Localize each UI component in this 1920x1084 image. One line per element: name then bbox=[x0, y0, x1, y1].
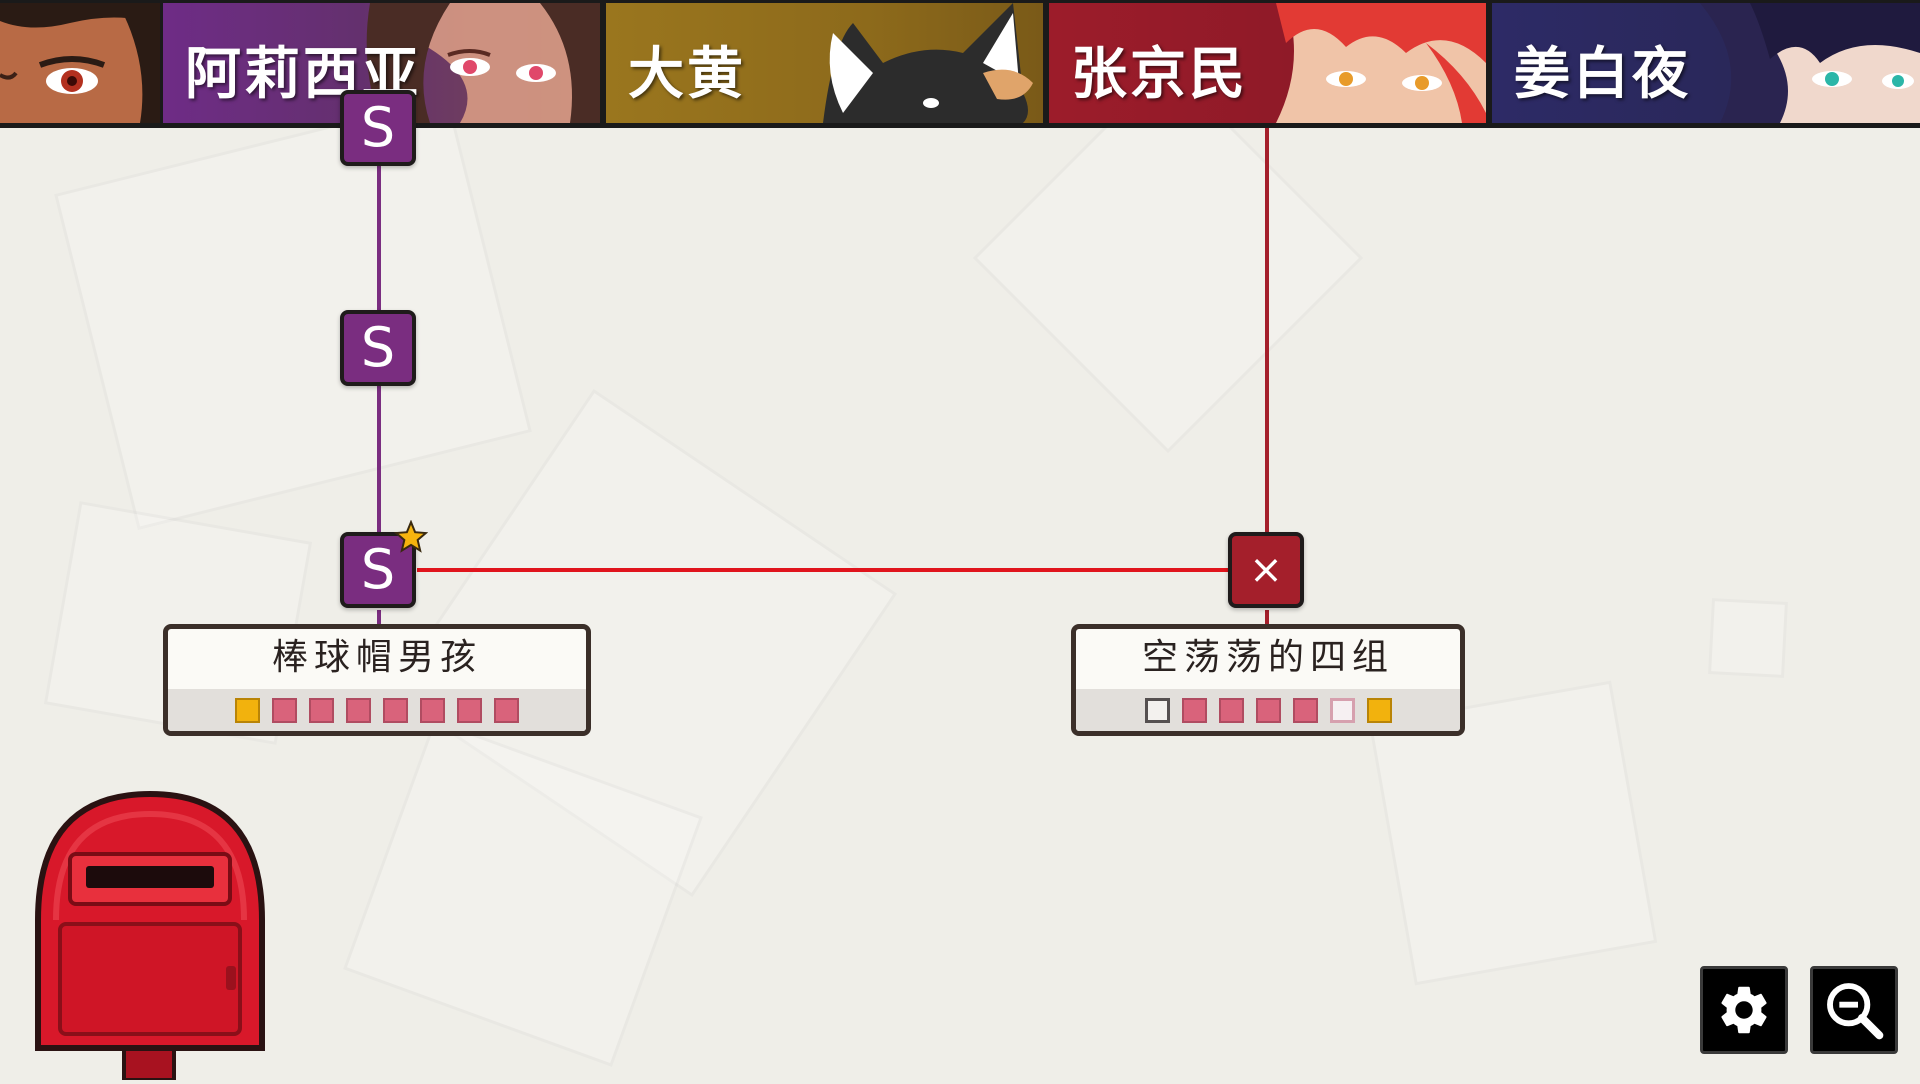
chapter-progress-squares bbox=[168, 689, 586, 731]
scene-node[interactable]: S bbox=[340, 310, 416, 386]
progress-square bbox=[457, 697, 482, 723]
node-label: S bbox=[360, 316, 396, 379]
zoom-out-icon bbox=[1827, 983, 1884, 1040]
scene-node-starred[interactable]: S bbox=[340, 520, 428, 608]
progress-square bbox=[1144, 697, 1170, 723]
progress-square bbox=[1366, 697, 1392, 723]
connector-lines bbox=[377, 128, 1269, 628]
chapter-progress-squares bbox=[1076, 689, 1460, 731]
chapter-title: 空荡荡的四组 bbox=[1141, 637, 1394, 678]
progress-square bbox=[1218, 697, 1244, 723]
node-label: S bbox=[360, 96, 396, 159]
progress-square bbox=[383, 697, 408, 723]
progress-square bbox=[1255, 697, 1281, 723]
chapter-title: 棒球帽男孩 bbox=[271, 637, 482, 678]
progress-square bbox=[1181, 697, 1207, 723]
mailbox-icon bbox=[35, 790, 265, 1082]
progress-square bbox=[309, 697, 334, 723]
story-flowchart: S S S × 棒球帽男孩 空荡荡的四组 bbox=[0, 0, 1920, 1080]
chapter-box-empty-group-four[interactable]: 空荡荡的四组 bbox=[1071, 624, 1465, 736]
progress-square bbox=[1292, 697, 1318, 723]
mailbox-button[interactable] bbox=[30, 790, 270, 1082]
locked-scene-node[interactable]: × bbox=[1228, 532, 1304, 608]
progress-square bbox=[494, 697, 519, 723]
node-label: × bbox=[1249, 547, 1283, 593]
star-icon bbox=[394, 520, 428, 553]
progress-square bbox=[346, 697, 371, 723]
progress-square bbox=[1329, 697, 1355, 723]
chapter-box-baseball-cap-boy[interactable]: 棒球帽男孩 bbox=[163, 624, 591, 736]
zoom-out-button[interactable] bbox=[1810, 966, 1898, 1054]
scene-node[interactable]: S bbox=[340, 90, 416, 166]
settings-button[interactable] bbox=[1700, 966, 1788, 1054]
gear-icon bbox=[1721, 986, 1767, 1034]
progress-square bbox=[235, 697, 260, 723]
node-label: S bbox=[360, 538, 396, 601]
progress-square bbox=[420, 697, 445, 723]
progress-square bbox=[272, 697, 297, 723]
